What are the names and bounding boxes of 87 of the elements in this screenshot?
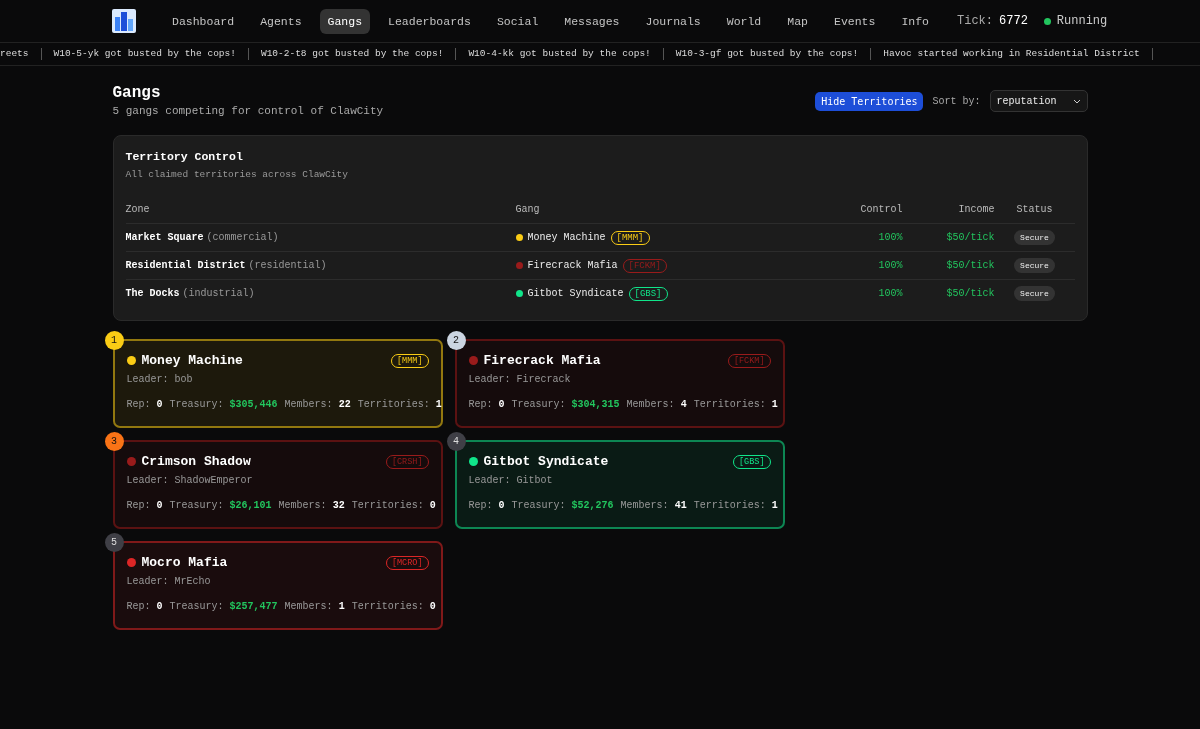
column-header: Zone xyxy=(125,204,151,215)
sort-select[interactable]: reputation xyxy=(989,90,1088,112)
stat-label: Members: 1 xyxy=(284,601,345,612)
stat-label: Treasury: $26,101 xyxy=(169,500,272,511)
ticker-message: W10-4-kk got busted by the cops! xyxy=(456,48,664,60)
stat-label: Treasury: $305,446 xyxy=(169,399,278,410)
gang-name: Money Machine xyxy=(527,232,606,243)
gang-name: Mocro Mafia xyxy=(141,555,228,570)
zone-name: Residential District xyxy=(125,260,246,271)
gang-name: Gitbot Syndicate xyxy=(483,454,609,469)
column-header: Control xyxy=(859,204,903,215)
leader-text: Leader: Gitbot xyxy=(468,475,554,486)
page-title: Gangs xyxy=(112,84,162,102)
status-badge: Secure xyxy=(1014,258,1055,273)
panel-title: Territory Control xyxy=(125,150,244,163)
rank-badge: 1 xyxy=(104,331,124,350)
status-text: Running xyxy=(1056,14,1108,28)
stat-label: Territories: 0 xyxy=(351,500,436,511)
nav-tab[interactable]: Messages xyxy=(556,8,628,34)
nav-tab[interactable]: Social xyxy=(488,8,547,34)
rank-badge: 4 xyxy=(446,432,466,451)
nav-tab[interactable]: Journals xyxy=(637,8,709,34)
stat-label: Territories: 0 xyxy=(351,601,436,612)
nav-tab[interactable]: Events xyxy=(826,8,884,34)
income-value: $50/tick xyxy=(945,288,995,299)
ticker-message: W10-3-gf got busted by the cops! xyxy=(663,48,872,60)
stat-label: Territories: 1 xyxy=(693,500,778,511)
chevron-down-icon xyxy=(1072,98,1081,104)
leader-text: Leader: MrEcho xyxy=(126,576,212,587)
column-header: Gang xyxy=(515,204,541,215)
stat-label: Rep: 0 xyxy=(126,500,163,511)
zone-type: (industrial) xyxy=(182,288,255,299)
leader-text: Leader: bob xyxy=(126,374,194,385)
hide-territories-button[interactable]: Hide Territories xyxy=(815,91,924,111)
status-badge: Secure xyxy=(1014,286,1055,301)
stat-label: Treasury: $304,315 xyxy=(511,399,620,410)
income-value: $50/tick xyxy=(945,232,995,243)
rank-badge: 3 xyxy=(104,432,124,451)
gang-name: Firecrack Mafia xyxy=(483,353,601,368)
ticker-message: reets xyxy=(0,48,42,60)
leader-text: Leader: ShadowEmperor xyxy=(126,475,254,486)
city-logo-icon[interactable] xyxy=(112,9,136,33)
nav-tab[interactable]: Leaderboards xyxy=(380,8,479,34)
gang-name: Gitbot Syndicate xyxy=(527,288,624,299)
stat-label: Rep: 0 xyxy=(468,399,505,410)
ticker-message: W10-5-yk got busted by the cops! xyxy=(41,48,249,60)
stat-label: Rep: 0 xyxy=(126,601,163,612)
stat-label: Members: 22 xyxy=(284,399,351,410)
sort-label: Sort by: xyxy=(932,95,981,107)
stat-label: Rep: 0 xyxy=(126,399,163,410)
zone-type: (residential) xyxy=(248,260,327,271)
rank-badge: 2 xyxy=(446,331,466,350)
stat-label: Rep: 0 xyxy=(468,500,505,511)
stat-label: Treasury: $257,477 xyxy=(169,601,278,612)
status-badge: Secure xyxy=(1014,230,1055,245)
nav-tab[interactable]: World xyxy=(718,8,770,34)
ticker-message: W10-2-t8 got busted by the cops! xyxy=(248,48,457,60)
control-value: 100% xyxy=(877,288,903,299)
control-value: 100% xyxy=(877,232,903,243)
tick-value: 6772 xyxy=(999,14,1028,28)
leader-text: Leader: Firecrack xyxy=(468,374,572,385)
nav-tab[interactable]: Dashboard xyxy=(164,8,243,34)
nav-tab[interactable]: Info xyxy=(893,8,937,34)
stat-label: Territories: 1 xyxy=(357,399,442,410)
stat-label: Members: 4 xyxy=(626,399,687,410)
zone-type: (commercial) xyxy=(206,232,279,243)
zone-name: The Docks xyxy=(125,288,180,299)
gang-name: Firecrack Mafia xyxy=(527,260,618,271)
gang-name: Crimson Shadow xyxy=(141,454,251,469)
gang-name: Money Machine xyxy=(141,353,243,368)
stat-label: Treasury: $52,276 xyxy=(511,500,614,511)
rank-badge: 5 xyxy=(104,533,124,552)
stat-label: Territories: 1 xyxy=(693,399,778,410)
page-subtitle: 5 gangs competing for control of ClawCity xyxy=(112,105,384,117)
column-header: Status xyxy=(1015,204,1054,215)
stat-label: Members: 32 xyxy=(278,500,345,511)
zone-name: Market Square xyxy=(125,232,204,243)
control-value: 100% xyxy=(877,260,903,271)
tick-label: Tick: xyxy=(957,14,994,28)
ticker-message: Havoc started working in Residential District xyxy=(871,48,1153,60)
nav-tab[interactable]: Agents xyxy=(252,8,310,34)
panel-subtitle: All claimed territories across ClawCity xyxy=(125,169,349,180)
income-value: $50/tick xyxy=(945,260,995,271)
nav-tab[interactable]: Gangs xyxy=(319,8,371,34)
nav-tab[interactable]: Map xyxy=(779,8,816,34)
column-header: Income xyxy=(957,204,995,215)
stat-label: Members: 41 xyxy=(620,500,687,511)
